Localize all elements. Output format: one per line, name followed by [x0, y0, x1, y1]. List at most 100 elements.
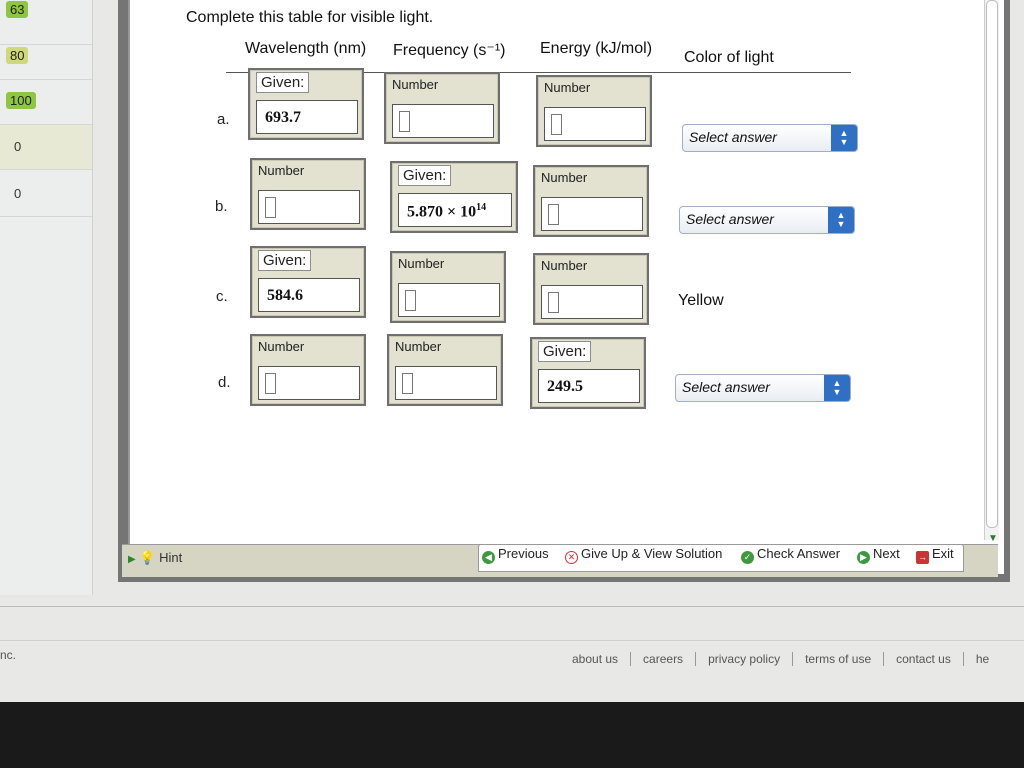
select-label: Select answer: [686, 211, 774, 227]
input-frequency-a[interactable]: [392, 104, 494, 138]
footer-divider: [0, 606, 1024, 607]
footer-link-privacy[interactable]: privacy policy: [696, 652, 794, 666]
scroll-down-icon[interactable]: ▼: [988, 533, 1010, 544]
give-up-button[interactable]: ✕ Give Up & View Solution: [565, 546, 722, 564]
hint-button[interactable]: ▶ 💡 Hint: [128, 550, 182, 566]
score-value: 0: [14, 186, 22, 201]
row-label-c: c.: [216, 288, 228, 305]
select-color-a[interactable]: Select answer ▲ ▼: [682, 124, 858, 152]
previous-button[interactable]: ◀ Previous: [482, 546, 549, 564]
cell-b-wavelength: Number: [250, 158, 366, 230]
color-value-c: Yellow: [678, 292, 724, 309]
select-arrows-icon: ▲ ▼: [828, 207, 854, 233]
screen-bezel: [0, 702, 1024, 768]
number-tag: Number: [541, 258, 588, 273]
hint-label: Hint: [159, 550, 183, 565]
empty-input-icon: [548, 292, 559, 313]
exit-label: Exit: [932, 546, 954, 561]
cell-a-frequency: Number: [384, 72, 500, 144]
give-up-icon: ✕: [565, 551, 578, 564]
cell-c-wavelength: Given: 584.6: [250, 246, 366, 318]
empty-input-icon: [265, 197, 276, 218]
cell-c-frequency: Number: [390, 251, 506, 323]
select-color-d[interactable]: Select answer ▲ ▼: [675, 374, 851, 402]
cell-b-energy: Number: [533, 165, 649, 237]
cell-d-wavelength: Number: [250, 334, 366, 406]
header-color: Color of light: [684, 49, 774, 66]
empty-input-icon: [399, 111, 410, 132]
check-answer-button[interactable]: ✓ Check Answer: [741, 546, 840, 564]
input-wavelength-d[interactable]: [258, 366, 360, 400]
footer-divider: [0, 640, 1024, 641]
given-tag: Given:: [256, 72, 310, 93]
footer-link-terms[interactable]: terms of use: [793, 652, 885, 666]
footer-link-careers[interactable]: careers: [631, 652, 697, 666]
score-badge: 100: [6, 92, 36, 109]
question-instructions: Complete this table for visible light.: [186, 9, 434, 26]
given-wavelength-a: 693.7: [265, 109, 301, 126]
input-wavelength-b[interactable]: [258, 190, 360, 224]
select-label: Select answer: [682, 379, 770, 395]
cell-d-energy: Given: 249.5: [530, 337, 646, 409]
exit-button[interactable]: → Exit: [916, 546, 954, 564]
score-badge: 80: [6, 47, 29, 64]
cell-a-wavelength: Given: 693.7: [248, 68, 364, 140]
frequency-exponent: 14: [476, 202, 487, 213]
next-icon: ▶: [857, 551, 870, 564]
given-tag: Given:: [258, 250, 312, 271]
check-answer-label: Check Answer: [757, 546, 841, 561]
row-label-b: b.: [215, 198, 228, 215]
given-value-field: 584.6: [258, 278, 360, 312]
expand-arrow-icon: ▶: [128, 554, 136, 565]
score-item[interactable]: 80: [0, 35, 92, 80]
given-value-field: 5.870 × 1014: [398, 193, 512, 227]
given-value-field: 249.5: [538, 369, 640, 403]
score-sidebar: 63 80 100 0 0: [0, 0, 93, 595]
score-item-current[interactable]: 0: [0, 125, 92, 170]
select-arrows-icon: ▲ ▼: [831, 125, 857, 151]
number-tag: Number: [395, 339, 442, 354]
select-color-b[interactable]: Select answer ▲ ▼: [679, 206, 855, 234]
next-button[interactable]: ▶ Next: [857, 546, 900, 564]
given-wavelength-c: 584.6: [267, 287, 303, 304]
empty-input-icon: [265, 373, 276, 394]
frequency-mantissa: 5.870 × 10: [407, 203, 477, 221]
given-tag: Given:: [398, 165, 452, 186]
header-frequency: Frequency (s⁻¹): [393, 42, 506, 59]
exit-icon: →: [916, 551, 929, 564]
number-tag: Number: [258, 163, 305, 178]
input-energy-c[interactable]: [541, 285, 643, 319]
footer-links: about us careers privacy policy terms of us…: [560, 652, 1001, 666]
number-tag: Number: [541, 170, 588, 185]
given-tag: Given:: [538, 341, 592, 362]
cell-a-energy: Number: [536, 75, 652, 147]
scrollbar-thumb[interactable]: [986, 0, 998, 528]
lightbulb-icon: 💡: [139, 550, 156, 565]
cell-b-frequency: Given: 5.870 × 1014: [390, 161, 518, 233]
select-arrows-icon: ▲ ▼: [824, 375, 850, 401]
footer-link-contact[interactable]: contact us: [884, 652, 964, 666]
score-item[interactable]: 0: [0, 172, 92, 217]
footer-link-help[interactable]: he: [964, 652, 1001, 666]
input-frequency-c[interactable]: [398, 283, 500, 317]
header-wavelength: Wavelength (nm): [245, 40, 367, 57]
previous-icon: ◀: [482, 551, 495, 564]
empty-input-icon: [405, 290, 416, 311]
footer-link-about[interactable]: about us: [560, 652, 632, 666]
empty-input-icon: [402, 373, 413, 394]
number-tag: Number: [398, 256, 445, 271]
select-label: Select answer: [689, 129, 777, 145]
input-frequency-d[interactable]: [395, 366, 497, 400]
score-value: 0: [14, 139, 22, 154]
cell-c-energy: Number: [533, 253, 649, 325]
input-energy-b[interactable]: [541, 197, 643, 231]
cell-d-frequency: Number: [387, 334, 503, 406]
header-energy: Energy (kJ/mol): [540, 40, 653, 57]
number-tag: Number: [544, 80, 591, 95]
empty-input-icon: [548, 204, 559, 225]
score-item[interactable]: 100: [0, 80, 92, 125]
number-tag: Number: [258, 339, 305, 354]
row-label-a: a.: [217, 111, 230, 128]
input-energy-a[interactable]: [544, 107, 646, 141]
score-badge: 63: [6, 1, 29, 18]
